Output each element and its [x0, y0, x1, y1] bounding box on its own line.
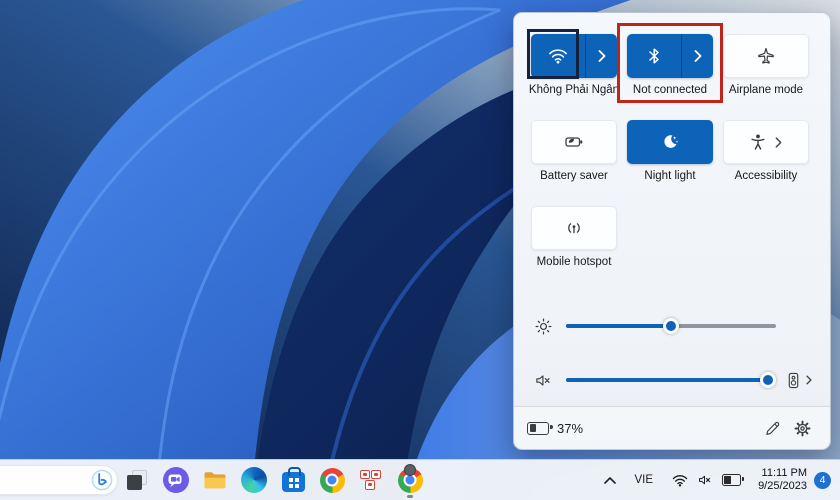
clock-time: 11:11 PM: [761, 467, 807, 479]
brightness-slider-knob[interactable]: [663, 318, 679, 334]
task-view-icon: [125, 468, 149, 492]
profile-badge-icon: [404, 464, 416, 476]
brightness-icon: [533, 316, 553, 336]
folder-icon: [204, 472, 226, 489]
system-tray-cluster[interactable]: [666, 469, 747, 491]
volume-slider-fill: [566, 378, 768, 382]
gear-icon: [794, 420, 810, 436]
taskbar-app-chrome[interactable]: [319, 467, 345, 493]
tray-volume-muted-icon: [699, 475, 711, 485]
brightness-row: [531, 316, 823, 336]
taskbar-app-chrome-profile[interactable]: [397, 464, 423, 498]
chevron-up-icon: [603, 476, 616, 484]
bing-search-icon: [91, 469, 113, 491]
battery-saver-tile-label: Battery saver: [540, 170, 608, 182]
night-light-icon: [664, 135, 679, 148]
keyboard-tool-icon: [359, 468, 383, 492]
show-hidden-icons-button[interactable]: [599, 466, 621, 494]
taskbar-app-keyboard-tool[interactable]: [358, 467, 384, 493]
taskbar-clock[interactable]: 11:11 PM 9/25/2023: [758, 467, 807, 493]
chevron-right-icon: [806, 375, 812, 385]
night-light-tile-label: Night light: [644, 170, 696, 182]
taskbar-app-edge[interactable]: [241, 467, 267, 493]
mobile-hotspot-icon: [568, 223, 580, 234]
edge-icon: [241, 467, 267, 493]
pencil-icon: [765, 421, 779, 435]
clock-date: 9/25/2023: [758, 480, 807, 492]
microsoft-store-icon: [281, 467, 305, 492]
mobile-hotspot-tile-label: Mobile hotspot: [536, 256, 612, 268]
volume-row: [531, 370, 823, 390]
taskbar: VIE 11:11 PM 9/25/2023 4: [0, 459, 840, 500]
video-chat-icon: [163, 467, 189, 493]
chevron-right-icon: [598, 50, 605, 62]
language-indicator[interactable]: VIE: [635, 474, 654, 486]
airplane-mode-tile-label: Airplane mode: [728, 84, 804, 96]
taskbar-app-microsoft-store[interactable]: [280, 467, 306, 493]
speaker-device-icon: [788, 372, 799, 388]
brightness-slider-fill: [566, 324, 671, 328]
taskbar-app-file-explorer[interactable]: [202, 467, 228, 493]
bluetooth-annotation-box: [617, 23, 723, 103]
settings-button[interactable]: [787, 413, 817, 443]
quick-settings-footer: 37%: [514, 406, 830, 449]
airplane-icon: [758, 47, 774, 64]
audio-output-selector[interactable]: [786, 372, 812, 389]
brightness-slider[interactable]: [566, 318, 776, 334]
taskbar-app-video-chat[interactable]: [163, 467, 189, 493]
running-indicator: [407, 495, 413, 498]
volume-slider-knob[interactable]: [759, 372, 776, 388]
edit-quick-settings-button[interactable]: [757, 413, 787, 443]
volume-slider[interactable]: [566, 372, 776, 388]
tray-wifi-icon: [672, 474, 688, 487]
night-light-tile[interactable]: [627, 120, 713, 164]
desktop: Không Phải Ngân Not connected Airplane m…: [0, 0, 840, 500]
battery-icon: [527, 421, 553, 435]
wifi-expand-chevron[interactable]: [585, 34, 617, 78]
accessibility-tile[interactable]: [723, 120, 809, 164]
battery-saver-tile[interactable]: [531, 120, 617, 164]
taskbar-search-box[interactable]: [0, 465, 118, 495]
accessibility-tile-label: Accessibility: [734, 170, 798, 182]
chevron-right-icon: [775, 136, 782, 148]
wifi-tile-label: Không Phải Ngân: [528, 84, 620, 96]
mobile-hotspot-tile[interactable]: [531, 206, 617, 250]
battery-saver-icon: [565, 137, 583, 147]
chrome-icon: [319, 467, 345, 493]
battery-status[interactable]: 37%: [527, 421, 583, 436]
accessibility-icon: [751, 134, 765, 150]
airplane-mode-tile[interactable]: [723, 34, 809, 78]
volume-muted-icon[interactable]: [533, 370, 553, 390]
tray-battery-icon: [722, 474, 745, 486]
wifi-annotation-box: [527, 29, 579, 79]
notification-badge[interactable]: 4: [814, 471, 831, 489]
battery-percent-label: 37%: [557, 420, 584, 436]
taskbar-app-task-view[interactable]: [124, 467, 150, 493]
